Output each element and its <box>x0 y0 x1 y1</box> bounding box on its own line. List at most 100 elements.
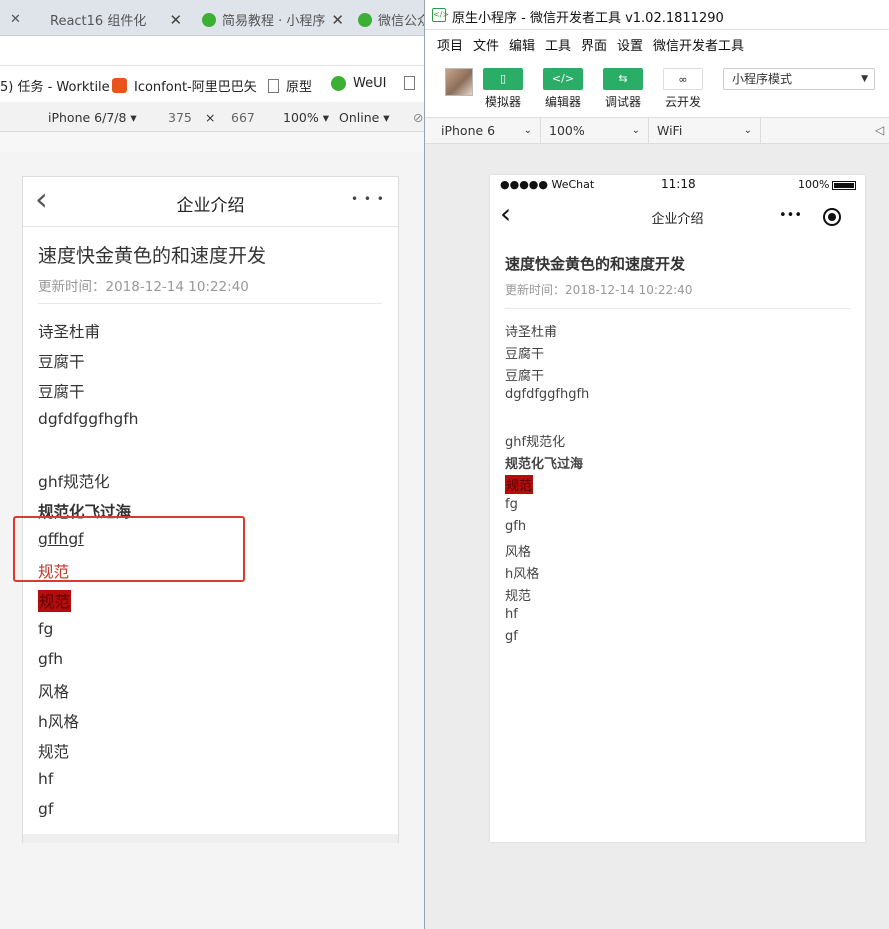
article-line: 规范 <box>505 475 534 494</box>
avatar[interactable] <box>445 68 473 96</box>
article-line: h风格 <box>38 713 79 731</box>
article-line: hf <box>38 770 54 788</box>
caret-down-icon: ▼ <box>861 74 868 84</box>
menu-item-file[interactable]: 文件 <box>473 35 499 54</box>
bookmarks-bar: 5) 任务 - Worktile Iconfont-阿里巴巴矢 原型 WeUI <box>0 66 430 102</box>
menu-item-interface[interactable]: 界面 <box>581 35 607 54</box>
cloud-link-icon: ∞ <box>678 73 688 86</box>
rotate-icon[interactable]: ⊘ <box>413 110 423 125</box>
devtools-logo-icon: </> <box>432 8 449 22</box>
article-line: 规范 <box>38 590 72 612</box>
bookmark-more[interactable] <box>404 76 422 90</box>
article-line: 豆腐干 <box>505 369 545 384</box>
article-line: dgfdfggfhgfh <box>505 387 590 402</box>
device-select[interactable]: iPhone 6/7/8 ▾ <box>48 110 137 125</box>
menu-item-edit[interactable]: 编辑 <box>509 35 535 54</box>
simulator-label: 模拟器 <box>485 95 522 109</box>
height-input[interactable]: 667 <box>231 110 255 125</box>
tab-tutorial[interactable]: 简易教程 · 小程序 ✕ <box>202 3 348 36</box>
tab-close-button[interactable]: ✕ <box>10 3 21 36</box>
bookmark-iconfont[interactable]: Iconfont-阿里巴巴矢 <box>112 76 257 95</box>
article-line: 豆腐干 <box>505 347 545 362</box>
iconfont-icon <box>112 78 127 93</box>
page-title: 企业介绍 <box>176 196 245 216</box>
sim-zoom-select[interactable]: 100% ⌄ <box>541 118 649 144</box>
article-line: 规范 <box>38 743 70 761</box>
status-time: 11:18 <box>661 177 696 191</box>
bookmark-prototype[interactable]: 原型 <box>268 76 312 95</box>
menu-item-settings[interactable]: 设置 <box>617 35 643 54</box>
simulator-settings-bar: iPhone 6 ⌄ 100% ⌄ WiFi ⌄ ◁ <box>425 118 889 144</box>
article-line: 豆腐干 <box>38 383 85 401</box>
article-line: gf <box>38 800 54 818</box>
sim-device-select[interactable]: iPhone 6 ⌄ <box>433 118 541 144</box>
cloud-button[interactable]: ∞ <box>663 68 703 90</box>
article-title: 速度快金黄色的和速度开发 <box>38 245 267 267</box>
menu-item-tools[interactable]: 工具 <box>545 35 571 54</box>
network-select[interactable]: Online ▾ <box>339 110 390 125</box>
volume-icon[interactable]: ◁ <box>875 123 884 137</box>
tab-title: 微信公众 <box>377 14 430 29</box>
code-icon: </> <box>551 72 575 85</box>
window-titlebar: </> 原生小程序 - 微信开发者工具 v1.02.1811290 <box>425 0 889 30</box>
device-toolbar: iPhone 6/7/8 ▾ 375 × 667 100% ▾ Online ▾… <box>0 102 430 132</box>
close-icon[interactable]: ✕ <box>331 11 344 29</box>
editor-button[interactable]: </> <box>543 68 583 90</box>
article-line: gf <box>505 629 518 644</box>
article-line: 规范 <box>505 589 532 604</box>
more-icon[interactable]: ••• <box>779 208 802 223</box>
article-line: fg <box>38 620 54 638</box>
width-input[interactable]: 375 <box>168 110 192 125</box>
ruler-strip <box>0 132 430 152</box>
annotation-box <box>13 516 245 582</box>
more-icon[interactable]: • • • <box>351 192 385 206</box>
tab-title: 简易教程 · 小程序 <box>222 14 326 29</box>
mode-select[interactable]: 小程序模式 ▼ <box>723 68 875 90</box>
page-icon <box>404 76 415 90</box>
cloud-label: 云开发 <box>665 95 702 109</box>
article-line: fg <box>505 497 518 512</box>
article-line: 规范化飞过海 <box>505 457 584 472</box>
phone-icon: ▯ <box>499 72 507 85</box>
article-title: 速度快金黄色的和速度开发 <box>505 255 686 273</box>
tab-wechat-public[interactable]: 微信公众 <box>358 3 430 36</box>
window-title: 原生小程序 - 微信开发者工具 v1.02.1811290 <box>452 11 724 26</box>
article-line: 风格 <box>38 683 70 701</box>
chevron-down-icon: ⌄ <box>631 125 640 136</box>
menu-item-project[interactable]: 项目 <box>437 35 463 54</box>
chevron-down-icon: ⌄ <box>743 125 752 136</box>
simulator-button[interactable]: ▯ <box>483 68 523 90</box>
status-bar: ●●●●● WeChat 11:18 100% <box>490 175 865 195</box>
address-bar-area <box>0 36 430 66</box>
nav-bar: ‹ 企业介绍 ••• <box>490 195 865 239</box>
article-line: 豆腐干 <box>38 353 85 371</box>
divider <box>505 308 850 309</box>
wechat-icon <box>202 12 216 27</box>
close-icon[interactable]: ✕ <box>169 11 182 29</box>
article-line: gfh <box>38 650 64 668</box>
bookmark-weui[interactable]: WeUI <box>331 76 386 91</box>
menu-item-devtools[interactable]: 微信开发者工具 <box>653 35 744 54</box>
bookmark-worktile[interactable]: 5) 任务 - Worktile <box>0 76 110 95</box>
tab-react16[interactable]: React16 组件化 ✕ <box>50 3 190 36</box>
close-target-icon[interactable] <box>823 208 841 226</box>
carrier-signal: ●●●●● WeChat <box>500 178 595 191</box>
article-line: ghf规范化 <box>38 473 110 491</box>
article-line: 风格 <box>505 545 532 560</box>
debugger-button[interactable]: ⇆ <box>603 68 643 90</box>
battery-icon <box>832 181 856 190</box>
sim-network-select[interactable]: WiFi ⌄ <box>649 118 761 144</box>
article-line: gfh <box>505 519 527 534</box>
article-line: hf <box>505 607 518 622</box>
editor-label: 编辑器 <box>545 95 582 109</box>
page-icon <box>268 78 279 93</box>
page-footer <box>23 834 398 843</box>
menu-bar: 项目 文件 编辑 工具 界面 设置 微信开发者工具 <box>425 30 889 56</box>
article-line: h风格 <box>505 567 540 582</box>
zoom-select[interactable]: 100% ▾ <box>283 110 329 125</box>
nav-bar: ‹ 企业介绍 • • • <box>23 177 398 227</box>
wechat-icon <box>331 76 346 91</box>
updated-time: 更新时间：2018-12-14 10:22:40 <box>38 279 249 295</box>
debugger-label: 调试器 <box>605 95 642 109</box>
article-line: 诗圣杜甫 <box>505 325 558 340</box>
